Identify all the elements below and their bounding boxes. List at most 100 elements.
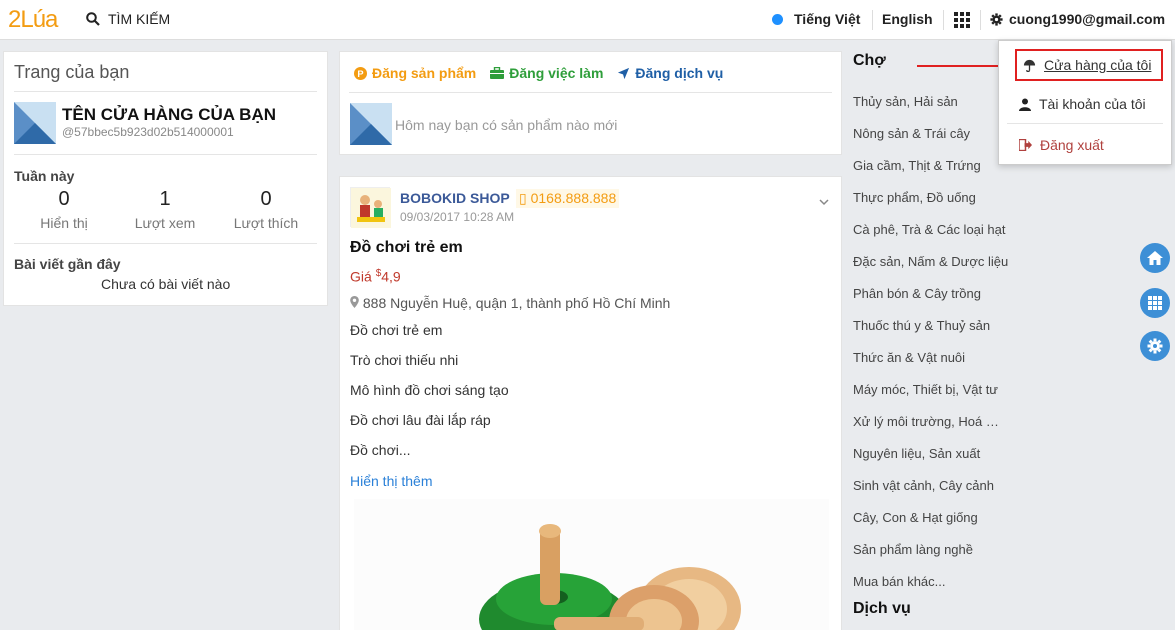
apps-button[interactable] — [1140, 288, 1170, 318]
stat-label: Hiển thị — [40, 215, 88, 231]
market-item[interactable]: Thủy sản, Hải sản — [853, 94, 958, 109]
stat-views: 1 Lượt xem — [115, 188, 215, 231]
market-item[interactable]: Máy móc, Thiết bị, Vật tư — [853, 382, 998, 397]
market-item[interactable]: Đặc sản, Nấm & Dược liệu — [853, 254, 1008, 269]
profile-title: Trang của bạn — [14, 62, 130, 82]
market-item[interactable]: Thực phẩm, Đồ uống — [853, 190, 976, 205]
grid-icon[interactable] — [954, 12, 970, 28]
composer-input[interactable]: Hôm nay bạn có sản phẩm nào mới — [395, 117, 617, 133]
tab-post-job[interactable]: Đăng việc làm — [490, 65, 603, 81]
post-line: Đồ chơi... — [350, 442, 411, 458]
stat-value: 1 — [159, 188, 171, 210]
show-more-link[interactable]: Hiển thị thêm — [350, 473, 432, 489]
stat-label: Lượt thích — [233, 215, 299, 231]
market-item[interactable]: Nông sản & Trái cây — [853, 126, 970, 141]
settings-button[interactable] — [1140, 331, 1170, 361]
services-heading: Dịch vụ — [853, 600, 911, 617]
home-button[interactable] — [1140, 243, 1170, 273]
user-menu[interactable]: cuong1990@gmail.com — [990, 11, 1165, 27]
menu-label: Đăng xuất — [1040, 137, 1104, 153]
stat-value: 0 — [58, 188, 70, 210]
tab-label: Đăng sản phẩm — [372, 65, 477, 81]
post-line: Trò chơi thiếu nhi — [350, 352, 459, 368]
home-icon — [1147, 251, 1163, 265]
week-label: Tuần này — [14, 168, 75, 184]
search-icon — [86, 12, 100, 26]
post-address: 888 Nguyễn Huệ, quận 1, thành phố Hồ Chí… — [350, 295, 670, 311]
post-line: Mô hình đồ chơi sáng tạo — [350, 382, 509, 398]
market-item[interactable]: Sản phẩm làng nghề — [853, 542, 973, 557]
profile-card: Trang của bạn TÊN CỬA HÀNG CỦA BẠN @57bb… — [3, 51, 328, 306]
svg-text:P: P — [357, 68, 363, 78]
search-button[interactable]: TÌM KIẾM — [86, 11, 170, 27]
menu-label: Tài khoản của tôi — [1039, 96, 1146, 112]
user-email: cuong1990@gmail.com — [1009, 11, 1166, 27]
tab-post-service[interactable]: Đăng dịch vụ — [617, 65, 723, 81]
composer-avatar — [350, 103, 392, 145]
divider — [1007, 123, 1163, 124]
user-icon — [1019, 98, 1031, 111]
chevron-down-icon[interactable] — [819, 195, 829, 209]
map-marker-icon — [350, 296, 359, 308]
divider — [14, 243, 317, 244]
lang-english[interactable]: English — [882, 11, 933, 27]
price-value: 4,9 — [381, 268, 401, 285]
post-line: Đồ chơi trẻ em — [350, 322, 443, 338]
price-label: Giá — [350, 268, 372, 285]
recent-posts-empty: Chưa có bài viết nào — [101, 276, 231, 292]
post-phone[interactable]: ▯ 0168.888.888 — [516, 189, 620, 208]
lang-vietnamese[interactable]: Tiếng Việt — [794, 11, 860, 27]
market-item[interactable]: Cây, Con & Hạt giống — [853, 510, 978, 525]
post-composer: P Đăng sản phẩm Đăng việc làm Đăng dịch … — [339, 51, 842, 155]
menu-item-logout[interactable]: Đăng xuất — [1019, 137, 1104, 153]
briefcase-icon — [490, 67, 505, 79]
umbrella-icon — [1023, 59, 1036, 72]
tab-label: Đăng dịch vụ — [635, 65, 724, 81]
gear-icon — [1147, 338, 1163, 354]
market-item[interactable]: Thuốc thú y & Thuỷ sản — [853, 318, 990, 333]
mobile-icon: ▯ — [519, 190, 527, 206]
top-bar: 2Lúa TÌM KIẾM Tiếng Việt English cuong19… — [0, 0, 1175, 40]
phone-number: 0168.888.888 — [530, 190, 617, 206]
product-photo[interactable] — [354, 499, 829, 630]
post-date: 09/03/2017 10:28 AM — [400, 210, 515, 224]
market-item[interactable]: Xử lý môi trường, Hoá … — [853, 414, 999, 429]
menu-item-my-store[interactable]: Cửa hàng của tôi — [1015, 49, 1163, 81]
divider — [980, 10, 981, 30]
logo-part-a: 2 — [8, 6, 21, 33]
market-item[interactable]: Nguyên liệu, Sản xuất — [853, 446, 980, 461]
shop-logo[interactable] — [350, 187, 391, 228]
gear-icon — [990, 12, 1003, 26]
menu-item-my-account[interactable]: Tài khoản của tôi — [1019, 96, 1146, 112]
composer-tabs: P Đăng sản phẩm Đăng việc làm Đăng dịch … — [354, 65, 723, 81]
stat-label: Lượt xem — [134, 215, 196, 231]
market-item[interactable]: Gia cầm, Thịt & Trứng — [853, 158, 981, 173]
shop-avatar[interactable] — [14, 102, 56, 144]
product-icon: P — [354, 66, 367, 80]
post-price: Giá $4,9 — [350, 268, 401, 285]
market-item[interactable]: Thức ăn & Vật nuôi — [853, 350, 965, 365]
recent-posts-label: Bài viết gần đây — [14, 256, 121, 272]
market-item[interactable]: Phân bón & Cây trồng — [853, 286, 981, 301]
shop-id: @57bbec5b923d02b514000001 — [62, 125, 234, 139]
search-label: TÌM KIẾM — [108, 11, 171, 27]
market-item[interactable]: Mua bán khác... — [853, 574, 946, 589]
post-shop-name[interactable]: BOBOKID SHOP — [400, 190, 510, 206]
post-title[interactable]: Đồ chơi trẻ em — [350, 239, 463, 257]
tab-label: Đăng việc làm — [509, 65, 604, 81]
stat-value: 0 — [260, 188, 272, 210]
divider — [349, 92, 832, 93]
tab-post-product[interactable]: P Đăng sản phẩm — [354, 65, 476, 81]
logout-icon — [1019, 139, 1032, 151]
market-item[interactable]: Sinh vật cảnh, Cây cảnh — [853, 478, 994, 493]
logo-part-b: Lúa — [20, 6, 58, 33]
user-dropdown-menu: Cửa hàng của tôi Tài khoản của tôi Đăng … — [998, 40, 1172, 165]
shop-name[interactable]: TÊN CỬA HÀNG CỦA BẠN — [62, 105, 276, 125]
annotation-arrow — [917, 63, 1009, 69]
market-item[interactable]: Cà phê, Trà & Các loại hạt — [853, 222, 1005, 237]
address-text: 888 Nguyễn Huệ, quận 1, thành phố Hồ Chí… — [362, 295, 671, 311]
stat-views-shown: 0 Hiển thị — [14, 188, 114, 231]
logo[interactable]: 2Lúa — [8, 6, 58, 34]
active-language-dot — [772, 14, 783, 25]
product-post: BOBOKID SHOP ▯ 0168.888.888 09/03/2017 1… — [339, 176, 842, 630]
